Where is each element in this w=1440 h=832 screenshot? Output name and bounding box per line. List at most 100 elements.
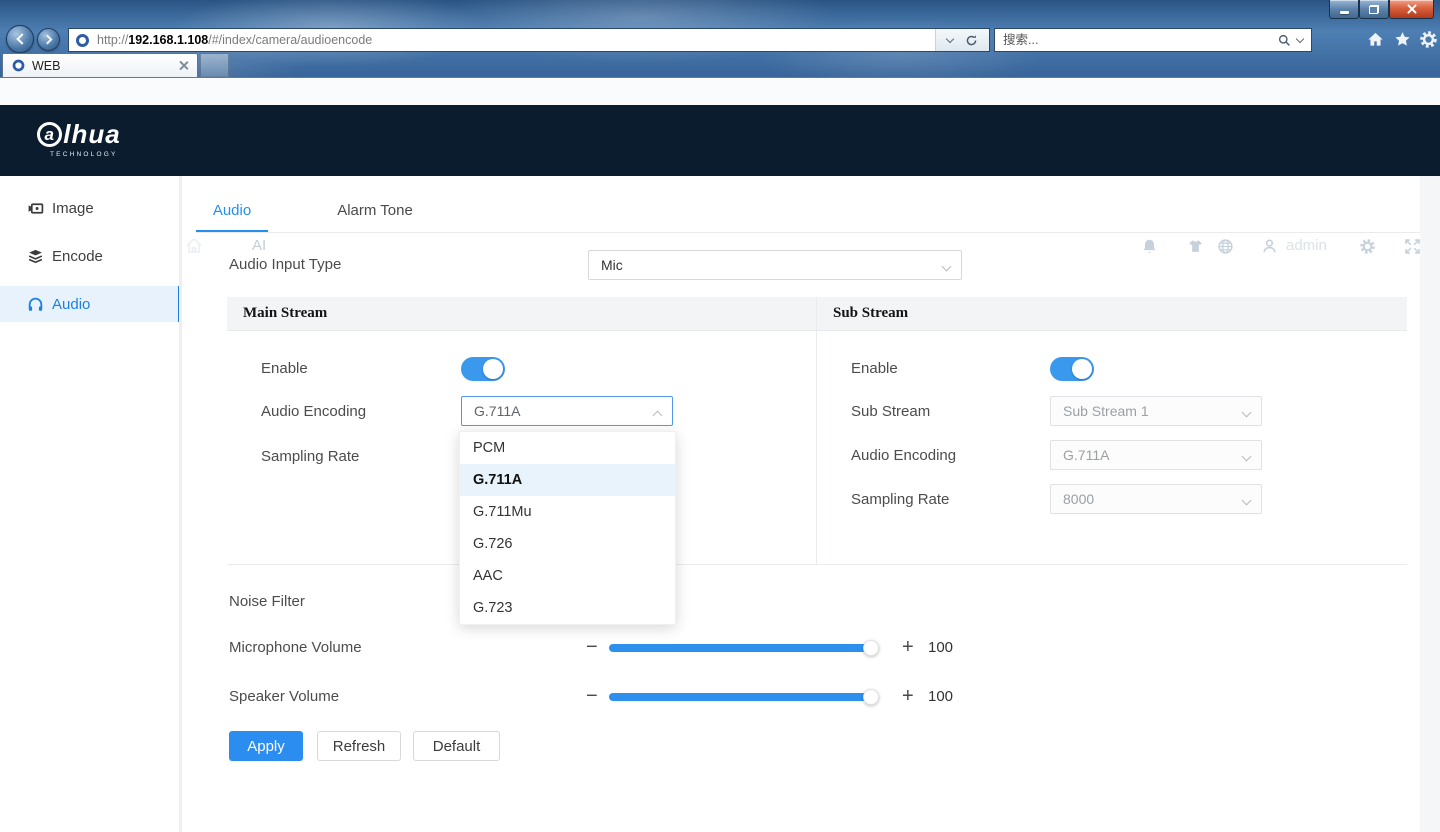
language-globe-icon[interactable]: [1217, 238, 1234, 255]
search-input[interactable]: [1003, 33, 1278, 47]
forward-arrow-icon: [42, 35, 52, 45]
speaker-volume-slider[interactable]: [609, 693, 879, 701]
mic-volume-increase-button[interactable]: +: [902, 632, 914, 664]
dropdown-option-aac[interactable]: AAC: [460, 560, 675, 592]
restore-icon: [1369, 5, 1379, 14]
nav-home-icon[interactable]: [184, 236, 204, 256]
main-audio-encoding-select[interactable]: G.711A: [461, 396, 673, 426]
restore-button[interactable]: [1359, 0, 1389, 19]
user-name[interactable]: admin: [1286, 210, 1327, 281]
main-stream-panel-header: Main Stream: [227, 297, 817, 331]
refresh-button[interactable]: Refresh: [317, 731, 401, 761]
chevron-down-icon: [1242, 452, 1252, 462]
site-favicon-icon: [76, 34, 89, 47]
speaker-volume-increase-button[interactable]: +: [902, 681, 914, 713]
speaker-volume-slider-knob[interactable]: [863, 689, 879, 705]
mic-volume-value: 100: [928, 632, 953, 664]
back-button[interactable]: [6, 25, 34, 53]
user-icon[interactable]: [1261, 238, 1278, 255]
tab-audio[interactable]: Audio: [196, 190, 268, 233]
apply-button[interactable]: Apply: [229, 731, 303, 761]
search-box: [994, 28, 1312, 52]
sub-sampling-rate-select[interactable]: 8000: [1050, 484, 1262, 514]
divider: [1344, 237, 1345, 255]
speaker-volume-decrease-button[interactable]: −: [586, 681, 598, 713]
new-tab-button[interactable]: [200, 53, 229, 77]
sidebar-item-audio[interactable]: Audio: [0, 286, 180, 322]
address-bar[interactable]: http://192.168.1.108/#/index/camera/audi…: [68, 28, 990, 52]
sub-stream-select[interactable]: Sub Stream 1: [1050, 396, 1262, 426]
forward-button[interactable]: [37, 28, 60, 51]
divider: [1172, 237, 1173, 255]
sub-audio-encoding-label: Audio Encoding: [851, 440, 956, 472]
search-dropdown-icon[interactable]: [1296, 35, 1304, 43]
minimize-icon: [1340, 11, 1349, 14]
audio-icon: [27, 296, 44, 313]
refresh-icon[interactable]: [965, 34, 978, 47]
browser-tab[interactable]: WEB: [2, 53, 198, 77]
sub-enable-toggle[interactable]: [1050, 357, 1094, 381]
image-icon: [27, 200, 44, 217]
sidebar-divider: [179, 176, 182, 832]
microphone-volume-label: Microphone Volume: [229, 632, 362, 664]
dropdown-option-g711mu[interactable]: G.711Mu: [460, 496, 675, 528]
dropdown-option-g723[interactable]: G.723: [460, 592, 675, 624]
alarm-bell-icon[interactable]: [1141, 238, 1158, 255]
url-text: http://192.168.1.108/#/index/camera/audi…: [97, 33, 372, 47]
skin-theme-icon[interactable]: [1187, 238, 1204, 255]
back-arrow-icon: [16, 33, 27, 44]
audio-input-type-select[interactable]: Mic: [588, 250, 962, 280]
tab-bar-divider: [196, 232, 1420, 233]
right-gutter: [1420, 176, 1440, 832]
speaker-volume-label: Speaker Volume: [229, 681, 339, 713]
address-dropdown-icon[interactable]: [946, 35, 954, 43]
settings-gear-icon[interactable]: [1419, 30, 1438, 49]
encode-icon: [27, 248, 44, 265]
chevron-up-icon: [653, 411, 663, 421]
minimize-button[interactable]: [1329, 0, 1359, 19]
mic-volume-decrease-button[interactable]: −: [586, 632, 598, 664]
main-audio-encoding-label: Audio Encoding: [261, 396, 366, 428]
logo-subtitle: TECHNOLOGY: [24, 151, 134, 158]
search-icon[interactable]: [1278, 34, 1291, 47]
sidebar: Image Encode Audio: [0, 176, 180, 832]
main-enable-label: Enable: [261, 353, 308, 385]
mic-volume-slider-knob[interactable]: [863, 640, 879, 656]
home-icon[interactable]: [1366, 30, 1385, 49]
divider: [1247, 237, 1248, 255]
main-enable-toggle[interactable]: [461, 357, 505, 381]
tab-favicon-icon: [13, 60, 25, 72]
tab-close-icon[interactable]: [179, 61, 188, 70]
favorites-star-icon[interactable]: [1393, 30, 1412, 49]
dropdown-option-g726[interactable]: G.726: [460, 528, 675, 560]
browser-chrome: http://192.168.1.108/#/index/camera/audi…: [0, 0, 1440, 105]
chevron-down-icon: [1242, 408, 1252, 418]
mic-volume-slider[interactable]: [609, 644, 879, 652]
header-gear-icon[interactable]: [1359, 238, 1376, 255]
close-icon: [1407, 4, 1417, 14]
main-sampling-rate-label: Sampling Rate: [261, 441, 359, 473]
speaker-volume-value: 100: [928, 681, 953, 713]
sidebar-item-encode[interactable]: Encode: [0, 238, 180, 274]
noise-filter-label: Noise Filter: [229, 586, 305, 618]
tab-title: WEB: [32, 59, 60, 73]
address-bar-controls: [935, 29, 989, 51]
tab-alarm-tone[interactable]: Alarm Tone: [320, 190, 430, 233]
close-button[interactable]: [1389, 0, 1434, 19]
fullscreen-icon[interactable]: [1404, 238, 1421, 255]
default-button[interactable]: Default: [413, 731, 500, 761]
favorites-bar: [0, 77, 1440, 105]
dropdown-option-g711a[interactable]: G.711A: [460, 464, 675, 496]
audio-input-type-label: Audio Input Type: [229, 249, 341, 281]
sub-audio-encoding-select[interactable]: G.711A: [1050, 440, 1262, 470]
sub-sampling-rate-label: Sampling Rate: [851, 484, 949, 516]
divider: [1390, 237, 1391, 255]
dahua-logo: alhua TECHNOLOGY: [24, 119, 134, 158]
app-header: alhua TECHNOLOGY AI Camera admin: [0, 105, 1440, 176]
sidebar-item-image[interactable]: Image: [0, 190, 180, 226]
screen: http://192.168.1.108/#/index/camera/audi…: [0, 0, 1440, 832]
audio-encoding-dropdown: PCM G.711A G.711Mu G.726 AAC G.723: [459, 431, 676, 625]
window-controls: [1329, 0, 1434, 19]
chevron-down-icon: [1242, 496, 1252, 506]
dropdown-option-pcm[interactable]: PCM: [460, 432, 675, 464]
